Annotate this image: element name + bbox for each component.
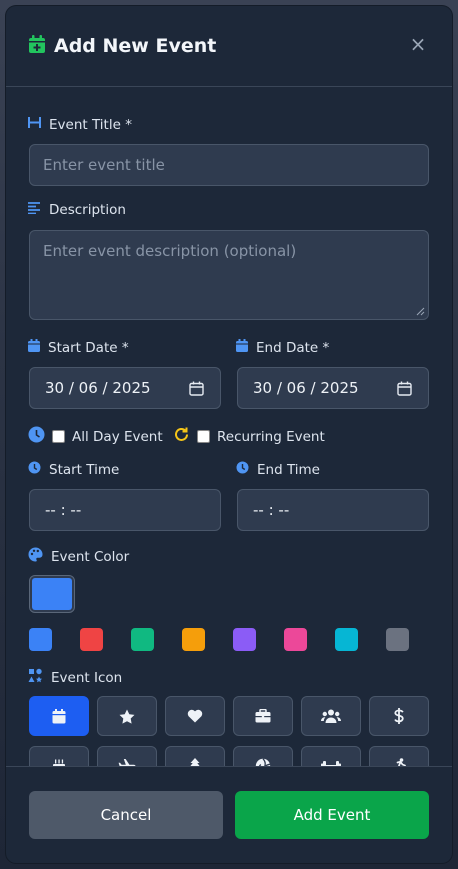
description-label: Description bbox=[28, 202, 126, 218]
close-button[interactable]: × bbox=[408, 34, 428, 54]
selected-color-preview bbox=[32, 578, 72, 610]
icon-option-plane[interactable] bbox=[97, 746, 157, 767]
event-title-input[interactable]: Enter event title bbox=[29, 144, 429, 186]
cancel-button[interactable]: Cancel bbox=[29, 791, 223, 839]
align-left-icon bbox=[28, 202, 41, 218]
end-time-label-text: End Time bbox=[257, 461, 320, 478]
date-picker-icon[interactable] bbox=[189, 381, 204, 400]
color-swatch[interactable] bbox=[233, 628, 256, 651]
clock-icon bbox=[236, 461, 249, 478]
modal-title-group: Add New Event bbox=[28, 34, 216, 58]
end-time-input[interactable]: -- : -- bbox=[237, 489, 429, 531]
modal-title: Add New Event bbox=[54, 35, 217, 57]
modal-body: Event Title * Enter event title Descript… bbox=[6, 87, 452, 767]
start-date-label: Start Date * bbox=[28, 339, 129, 356]
icon-option-volleyball[interactable] bbox=[233, 746, 293, 767]
calendar-icon bbox=[52, 708, 66, 724]
calendar-plus-icon bbox=[28, 34, 46, 58]
color-swatch[interactable] bbox=[335, 628, 358, 651]
users-icon bbox=[321, 709, 341, 723]
event-title-label-text: Event Title * bbox=[49, 116, 132, 133]
dollar-icon bbox=[394, 708, 404, 724]
icon-option-heart[interactable] bbox=[165, 696, 225, 736]
all-day-row: All Day Event bbox=[28, 426, 163, 447]
palette-icon bbox=[28, 547, 43, 566]
refresh-icon bbox=[173, 426, 190, 447]
end-date-input[interactable]: 30 / 06 / 2025 bbox=[237, 367, 429, 409]
end-date-label: End Date * bbox=[236, 339, 329, 356]
briefcase-icon bbox=[255, 709, 271, 723]
end-date-value: 30 / 06 / 2025 bbox=[253, 379, 359, 397]
icon-option-running[interactable] bbox=[369, 746, 429, 767]
add-event-button[interactable]: Add Event bbox=[235, 791, 429, 839]
icon-option-tree[interactable] bbox=[165, 746, 225, 767]
icon-option-briefcase[interactable] bbox=[233, 696, 293, 736]
start-time-label: Start Time bbox=[28, 461, 119, 478]
clock-icon bbox=[28, 461, 41, 478]
icon-option-star[interactable] bbox=[97, 696, 157, 736]
start-date-value: 30 / 06 / 2025 bbox=[45, 379, 151, 397]
color-swatch[interactable] bbox=[182, 628, 205, 651]
modal-footer: Cancel Add Event bbox=[6, 766, 452, 863]
resize-handle-icon[interactable] bbox=[416, 307, 425, 316]
clock-icon bbox=[28, 426, 45, 447]
color-swatch[interactable] bbox=[131, 628, 154, 651]
all-day-checkbox[interactable] bbox=[52, 430, 65, 443]
start-time-input[interactable]: -- : -- bbox=[29, 489, 221, 531]
color-swatch[interactable] bbox=[386, 628, 409, 651]
event-title-label: Event Title * bbox=[28, 116, 132, 133]
calendar-icon bbox=[236, 339, 248, 356]
description-label-text: Description bbox=[49, 202, 126, 218]
description-textarea[interactable]: Enter event description (optional) bbox=[29, 230, 429, 320]
color-swatch[interactable] bbox=[284, 628, 307, 651]
modal-header: Add New Event × bbox=[6, 6, 452, 87]
event-icon-label-text: Event Icon bbox=[51, 669, 123, 686]
end-time-label: End Time bbox=[236, 461, 320, 478]
end-time-value: -- : -- bbox=[253, 501, 290, 519]
start-date-label-text: Start Date * bbox=[48, 339, 129, 356]
event-icon-label: Event Icon bbox=[28, 668, 122, 687]
all-day-label: All Day Event bbox=[72, 428, 163, 445]
heart-icon bbox=[187, 709, 203, 723]
recurring-checkbox[interactable] bbox=[197, 430, 210, 443]
description-placeholder: Enter event description (optional) bbox=[43, 242, 297, 260]
date-picker-icon[interactable] bbox=[397, 381, 412, 400]
event-color-label-text: Event Color bbox=[51, 548, 130, 565]
icon-option-calendar[interactable] bbox=[29, 696, 89, 736]
start-time-label-text: Start Time bbox=[49, 461, 120, 478]
end-date-label-text: End Date * bbox=[256, 339, 330, 356]
color-picker[interactable] bbox=[29, 575, 75, 613]
start-date-input[interactable]: 30 / 06 / 2025 bbox=[29, 367, 221, 409]
event-color-label: Event Color bbox=[28, 547, 129, 566]
icons-icon bbox=[28, 668, 43, 687]
recurring-row: Recurring Event bbox=[173, 426, 325, 447]
star-icon bbox=[119, 709, 135, 724]
recurring-label: Recurring Event bbox=[217, 428, 325, 445]
icon-option-birthday-cake[interactable] bbox=[29, 746, 89, 767]
color-swatch[interactable] bbox=[29, 628, 52, 651]
icon-option-dollar[interactable] bbox=[369, 696, 429, 736]
color-swatch[interactable] bbox=[80, 628, 103, 651]
icon-option-users[interactable] bbox=[301, 696, 361, 736]
calendar-icon bbox=[28, 339, 40, 356]
event-title-placeholder: Enter event title bbox=[43, 156, 165, 174]
heading-icon bbox=[28, 116, 41, 133]
add-event-modal: Add New Event × Event Title * Enter even… bbox=[6, 6, 452, 863]
start-time-value: -- : -- bbox=[45, 501, 82, 519]
icon-option-dumbbell[interactable] bbox=[301, 746, 361, 767]
